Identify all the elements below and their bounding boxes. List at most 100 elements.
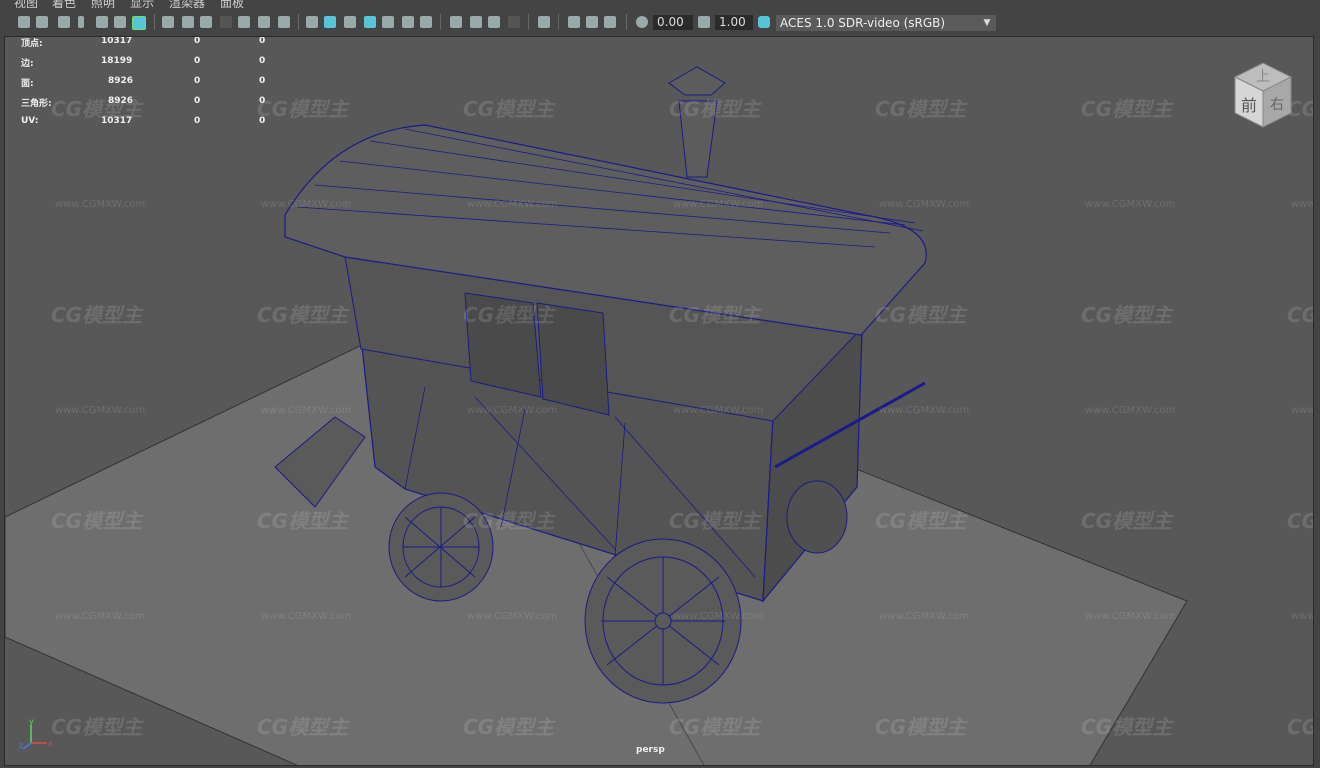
watermark-logo: CG模型主 (51, 303, 143, 327)
axis-y-label: y (29, 717, 34, 726)
camera-name-label: persp (636, 745, 665, 755)
textured-icon[interactable] (382, 16, 394, 28)
watermark-url: www.CGMXW.com (673, 611, 764, 622)
multisample-aa-icon[interactable] (488, 16, 500, 28)
watermark-logo: CG模型主 (1081, 303, 1173, 327)
watermark-logo: CG模型主 (1081, 509, 1173, 533)
menu-panels[interactable]: 面板 (220, 0, 244, 8)
hud-row-edges: 边: 18199 0 0 (21, 56, 266, 69)
watermark-logo: CG模型主 (51, 715, 143, 739)
xray-joints-icon[interactable] (586, 16, 598, 28)
viewcube-front-label: 前 (1241, 96, 1257, 115)
wheel-rear-far (786, 480, 848, 554)
exposure-field[interactable]: 0.00 (653, 15, 693, 30)
divider (528, 14, 529, 30)
watermark-url: www.CGMXW.com (673, 199, 764, 210)
gate-mask-icon[interactable] (220, 16, 232, 28)
viewport-persp[interactable]: 顶点: 10317 0 0 边: 18199 0 0 面: 8926 0 0 三… (4, 36, 1314, 766)
viewcube-top-label: 上 (1256, 69, 1270, 85)
watermark-url: www.CGMXW.com (467, 405, 558, 416)
watermark-logo: CG模型主 (463, 715, 555, 739)
watermark-url: www.CGMXW.com (467, 199, 558, 210)
watermark-url: www.CGMXW.com (467, 611, 558, 622)
watermark-logo: CG模型主 (257, 509, 349, 533)
watermark-logo: CG模型主 (463, 303, 555, 327)
safe-action-icon[interactable] (258, 16, 270, 28)
watermark-logo: CG模型主 (1287, 715, 1313, 739)
watermark-url: www.CGMXW.com (55, 405, 146, 416)
watermark-logo: CG模型主 (463, 97, 555, 121)
grease-pencil-icon[interactable] (114, 16, 126, 28)
watermark-url: www.CGMXW.com (1085, 611, 1176, 622)
image-plane-icon[interactable] (78, 16, 84, 28)
axis-gizmo: y z x (19, 717, 53, 750)
watermark-url: www.CGMXW.com (1085, 199, 1176, 210)
watermark-logo: CG模型主 (1287, 303, 1313, 327)
wireframe-on-shaded-icon[interactable] (364, 16, 376, 28)
hud-row-vertices: 顶点: 10317 0 0 (21, 36, 266, 49)
safe-title-icon[interactable] (278, 16, 290, 28)
exposure-icon[interactable] (636, 16, 648, 28)
menu-lighting[interactable]: 照明 (91, 0, 115, 8)
gamma-field[interactable]: 1.00 (715, 15, 753, 30)
color-space-select[interactable]: ACES 1.0 SDR-video (sRGB) ▼ (776, 15, 996, 31)
divider (440, 14, 441, 30)
menu-renderer[interactable]: 渲染器 (169, 0, 205, 8)
lights-icon[interactable] (402, 16, 414, 28)
watermark-logo: CG模型主 (669, 303, 761, 327)
watermark-url: www.CGMXW.com (1291, 611, 1314, 622)
select-camera-icon[interactable] (18, 16, 30, 28)
watermark-logo: CG模型主 (1287, 509, 1313, 533)
watermark-url: www.CGMXW.com (879, 199, 970, 210)
watermark-logo: CG模型主 (51, 97, 143, 121)
gamma-icon[interactable] (698, 16, 710, 28)
camera-attributes-icon[interactable] (36, 16, 48, 28)
watermark-url: www.CGMXW.com (1291, 199, 1314, 210)
watermark-logo: CG模型主 (669, 97, 761, 121)
chimney-cap (668, 66, 726, 96)
menu-show[interactable]: 显示 (130, 0, 154, 8)
watermark-url: www.CGMXW.com (879, 611, 970, 622)
divider (154, 14, 155, 30)
smooth-shade-icon[interactable] (324, 16, 336, 28)
axis-z-label: z (19, 741, 23, 750)
watermark-url: www.CGMXW.com (261, 405, 352, 416)
field-chart-icon[interactable] (238, 16, 250, 28)
chevron-down-icon: ▼ (983, 18, 991, 28)
shadows-icon[interactable] (420, 16, 432, 28)
wireframe-icon[interactable] (306, 16, 318, 28)
view-cube[interactable]: 上 前 右 (1225, 59, 1295, 131)
bookmark-icon[interactable] (58, 16, 70, 28)
divider (558, 14, 559, 30)
menu-shading[interactable]: 着色 (52, 0, 76, 8)
watermark-logo: CG模型主 (875, 715, 967, 739)
menu-bar: 视图 着色 照明 显示 渲染器 面板 (0, 0, 1320, 8)
view-transform-icon[interactable] (758, 16, 770, 28)
isolate-select-icon[interactable] (538, 16, 550, 28)
screen-space-ao-icon[interactable] (450, 16, 462, 28)
watermark-logo: CG模型主 (669, 509, 761, 533)
watermark-logo: CG模型主 (1081, 97, 1173, 121)
xray-icon[interactable] (568, 16, 580, 28)
depth-of-field-icon[interactable] (508, 16, 520, 28)
grease-pencil-active-icon[interactable] (132, 16, 146, 30)
menu-view[interactable]: 视图 (14, 0, 38, 8)
watermark-url: www.CGMXW.com (673, 405, 764, 416)
watermark-url: www.CGMXW.com (261, 199, 352, 210)
resolution-gate-icon[interactable] (200, 16, 212, 28)
watermark-logo: CG模型主 (257, 303, 349, 327)
divider (626, 14, 627, 30)
watermark-logo: CG模型主 (257, 97, 349, 121)
grid-icon[interactable] (162, 16, 174, 28)
xray-components-icon[interactable] (604, 16, 616, 28)
motion-blur-icon[interactable] (470, 16, 482, 28)
default-material-icon[interactable] (344, 16, 356, 28)
film-gate-icon[interactable] (182, 16, 194, 28)
watermark-logo: CG模型主 (875, 509, 967, 533)
watermark-url: www.CGMXW.com (1291, 405, 1314, 416)
viewcube-right-label: 右 (1270, 97, 1284, 113)
watermark-url: www.CGMXW.com (1085, 405, 1176, 416)
2d-pan-zoom-icon[interactable] (96, 16, 108, 28)
divider (298, 14, 299, 30)
watermark-logo: CG模型主 (875, 303, 967, 327)
